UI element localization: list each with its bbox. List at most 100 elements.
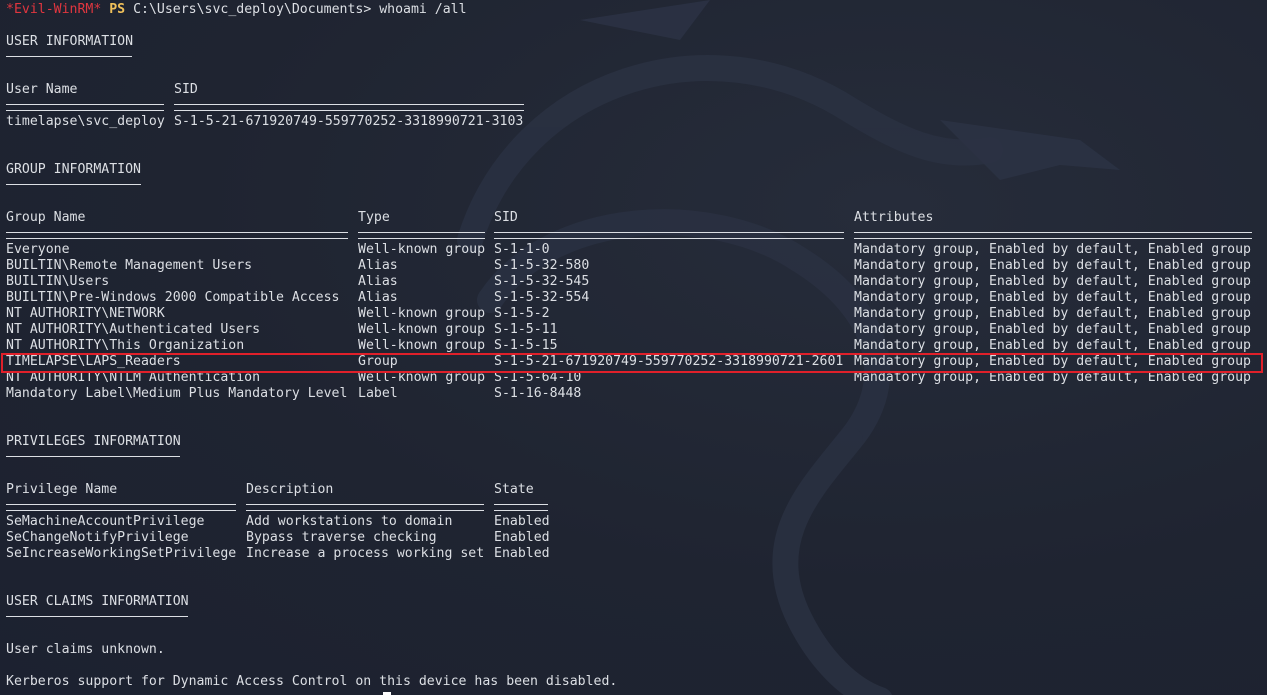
group-attr-cell: Mandatory group, Enabled by default, Ena… <box>854 370 1251 385</box>
col-user-name: User Name <box>6 82 78 97</box>
group-attr-cell: Mandatory group, Enabled by default, Ena… <box>854 322 1251 337</box>
group-name-cell: NT AUTHORITY\This Organization <box>6 338 245 353</box>
group-name-cell: Mandatory Label\Medium Plus Mandatory Le… <box>6 386 348 401</box>
group-sid-cell: S-1-5-2 <box>494 306 550 321</box>
col-sid: SID <box>494 210 518 225</box>
group-type-cell: Alias <box>358 290 398 305</box>
group-table-row: NT AUTHORITY\NTLM Authentication Well-kno… <box>6 370 1267 386</box>
group-sid-cell: S-1-5-32-580 <box>494 258 590 273</box>
terminal-window[interactable]: *Evil-WinRM* PS C:\Users\svc_deploy\Docu… <box>0 0 1267 695</box>
group-type-cell: Well-known group <box>358 338 486 353</box>
column-rule <box>494 232 844 239</box>
kerberos-message: Kerberos support for Dynamic Access Cont… <box>6 674 618 689</box>
group-table-row: BUILTIN\Pre-Windows 2000 Compatible Acce… <box>6 290 1267 306</box>
group-info-heading: GROUP INFORMATION <box>6 162 141 177</box>
privilege-desc-cell: Increase a process working set <box>246 546 485 561</box>
column-rule <box>6 104 164 111</box>
group-type-cell: Well-known group <box>358 306 486 321</box>
column-rule <box>174 104 524 111</box>
group-type-cell: Well-known group <box>358 242 486 257</box>
prompt-path: C:\Users\svc_deploy\Documents> <box>133 2 372 17</box>
group-table-row: NT AUTHORITY\This Organization Well-known… <box>6 338 1267 354</box>
group-sid-cell: S-1-5-21-671920749-559770252-3318990721-… <box>494 354 844 369</box>
user-info-header-row: User Name SID <box>6 82 1267 98</box>
column-rule <box>854 232 1252 239</box>
group-attr-cell: Mandatory group, Enabled by default, Ena… <box>854 290 1251 305</box>
col-description: Description <box>246 482 334 497</box>
group-info-header-row: Group Name Type SID Attributes <box>6 210 1267 226</box>
group-table-row: BUILTIN\Users Alias S-1-5-32-545 Mandatory … <box>6 274 1267 290</box>
group-sid-cell: S-1-5-32-545 <box>494 274 590 289</box>
privilege-desc-cell: Bypass traverse checking <box>246 530 437 545</box>
column-rule <box>358 232 485 239</box>
heading-underline <box>6 184 141 185</box>
group-attr-cell: Mandatory group, Enabled by default, Ena… <box>854 274 1251 289</box>
group-attr-cell: Mandatory group, Enabled by default, Ena… <box>854 258 1251 273</box>
group-type-cell: Well-known group <box>358 370 486 385</box>
column-rule <box>6 504 236 511</box>
column-rule <box>6 232 348 239</box>
col-attributes: Attributes <box>854 210 934 225</box>
column-rule <box>246 504 484 511</box>
col-group-name: Group Name <box>6 210 86 225</box>
privileges-info-heading: PRIVILEGES INFORMATION <box>6 434 181 449</box>
group-name-cell: NT AUTHORITY\NETWORK <box>6 306 165 321</box>
privileges-table-body: SeMachineAccountPrivilege Add workstation… <box>6 514 1267 562</box>
prompt-line: *Evil-WinRM* PS C:\Users\svc_deploy\Docu… <box>6 2 1267 18</box>
col-type: Type <box>358 210 390 225</box>
group-name-cell: Everyone <box>6 242 70 257</box>
privilege-name-cell: SeChangeNotifyPrivilege <box>6 530 189 545</box>
group-attr-cell: Mandatory group, Enabled by default, Ena… <box>854 338 1251 353</box>
group-type-cell: Alias <box>358 274 398 289</box>
user-info-row: timelapse\svc_deploy S-1-5-21-671920749-… <box>6 114 1267 130</box>
user-sid-value: S-1-5-21-671920749-559770252-3318990721-… <box>174 114 524 129</box>
heading-underline <box>6 56 132 57</box>
column-rule <box>494 504 548 511</box>
privilege-state-cell: Enabled <box>494 546 550 561</box>
claims-message: User claims unknown. <box>6 642 165 657</box>
group-table-row: TIMELAPSE\LAPS_Readers Group S-1-5-21-6719… <box>6 354 1267 370</box>
group-sid-cell: S-1-5-11 <box>494 322 558 337</box>
privilege-table-row: SeChangeNotifyPrivilege Bypass traverse c… <box>6 530 1267 546</box>
group-type-cell: Group <box>358 354 398 369</box>
ps-prompt: PS <box>109 2 126 17</box>
privilege-name-cell: SeIncreaseWorkingSetPrivilege <box>6 546 237 561</box>
claims-info-heading: USER CLAIMS INFORMATION <box>6 594 189 609</box>
group-name-cell: NT AUTHORITY\NTLM Authentication <box>6 370 261 385</box>
group-table-body: Everyone Well-known group S-1-1-0 Mandatory… <box>6 242 1267 402</box>
group-name-cell: BUILTIN\Remote Management Users <box>6 258 253 273</box>
group-table-row: NT AUTHORITY\NETWORK Well-known group S-1-… <box>6 306 1267 322</box>
group-name-cell: TIMELAPSE\LAPS_Readers <box>6 354 181 369</box>
group-type-cell: Label <box>358 386 398 401</box>
col-privilege-name: Privilege Name <box>6 482 118 497</box>
col-sid: SID <box>174 82 198 97</box>
terminal-output: *Evil-WinRM* PS C:\Users\svc_deploy\Docu… <box>6 2 1267 690</box>
group-attr-cell: Mandatory group, Enabled by default, Ena… <box>854 242 1251 257</box>
group-sid-cell: S-1-1-0 <box>494 242 550 257</box>
group-table-row: Everyone Well-known group S-1-1-0 Mandatory… <box>6 242 1267 258</box>
group-type-cell: Well-known group <box>358 322 486 337</box>
heading-underline <box>6 456 180 457</box>
privilege-table-row: SeMachineAccountPrivilege Add workstation… <box>6 514 1267 530</box>
group-table-row: NT AUTHORITY\Authenticated Users Well-kno… <box>6 322 1267 338</box>
command-text: whoami /all <box>379 2 467 17</box>
group-attr-cell: Mandatory group, Enabled by default, Ena… <box>854 306 1251 321</box>
evil-winrm-prompt: *Evil-WinRM* <box>6 2 102 17</box>
privilege-state-cell: Enabled <box>494 514 550 529</box>
privilege-state-cell: Enabled <box>494 530 550 545</box>
group-name-cell: BUILTIN\Pre-Windows 2000 Compatible Acce… <box>6 290 340 305</box>
user-info-heading: USER INFORMATION <box>6 34 134 49</box>
group-sid-cell: S-1-5-15 <box>494 338 558 353</box>
group-sid-cell: S-1-16-8448 <box>494 386 582 401</box>
group-table-row: Mandatory Label\Medium Plus Mandatory Le… <box>6 386 1267 402</box>
privileges-header-row: Privilege Name Description State <box>6 482 1267 498</box>
user-name-value: timelapse\svc_deploy <box>6 114 165 129</box>
privilege-desc-cell: Add workstations to domain <box>246 514 453 529</box>
group-attr-cell: Mandatory group, Enabled by default, Ena… <box>854 354 1251 369</box>
group-sid-cell: S-1-5-64-10 <box>494 370 582 385</box>
group-name-cell: BUILTIN\Users <box>6 274 110 289</box>
privilege-table-row: SeIncreaseWorkingSetPrivilege Increase a … <box>6 546 1267 562</box>
privilege-name-cell: SeMachineAccountPrivilege <box>6 514 205 529</box>
col-state: State <box>494 482 534 497</box>
group-table-row: BUILTIN\Remote Management Users Alias S-1-… <box>6 258 1267 274</box>
